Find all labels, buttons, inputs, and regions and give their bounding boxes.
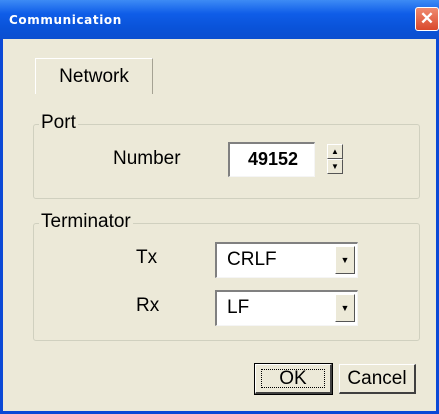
ok-button[interactable]: OK	[254, 363, 333, 395]
port-group-title: Port	[39, 112, 78, 133]
tab-network[interactable]: Network	[35, 58, 153, 94]
tx-dropdown-button[interactable]: ▼	[335, 246, 355, 274]
spin-down-button[interactable]: ▼	[327, 159, 343, 174]
terminator-group-title: Terminator	[39, 211, 133, 232]
tx-select[interactable]: CRLF ▼	[215, 242, 358, 278]
rx-dropdown-button[interactable]: ▼	[335, 294, 355, 322]
chevron-down-icon: ▼	[340, 303, 350, 313]
rx-select[interactable]: LF ▼	[215, 290, 358, 326]
close-icon: ✕	[419, 9, 435, 28]
rx-select-value: LF	[227, 297, 250, 318]
spin-up-button[interactable]: ▲	[327, 144, 343, 159]
cancel-button[interactable]: Cancel	[339, 364, 416, 394]
port-number-input[interactable]: 49152	[228, 142, 315, 177]
focus-ring	[261, 369, 325, 388]
tx-label: Tx	[136, 247, 158, 268]
chevron-down-icon: ▼	[340, 255, 350, 265]
port-group	[33, 124, 420, 199]
number-label: Number	[113, 148, 181, 169]
up-arrow-icon: ▲	[331, 147, 339, 156]
tx-select-value: CRLF	[227, 249, 277, 270]
down-arrow-icon: ▼	[331, 162, 339, 171]
rx-label: Rx	[136, 295, 160, 316]
title-bar[interactable]: Communication ✕	[0, 0, 439, 39]
window-title: Communication	[9, 13, 122, 27]
close-button[interactable]: ✕	[415, 7, 439, 31]
cancel-button-label: Cancel	[347, 368, 407, 389]
